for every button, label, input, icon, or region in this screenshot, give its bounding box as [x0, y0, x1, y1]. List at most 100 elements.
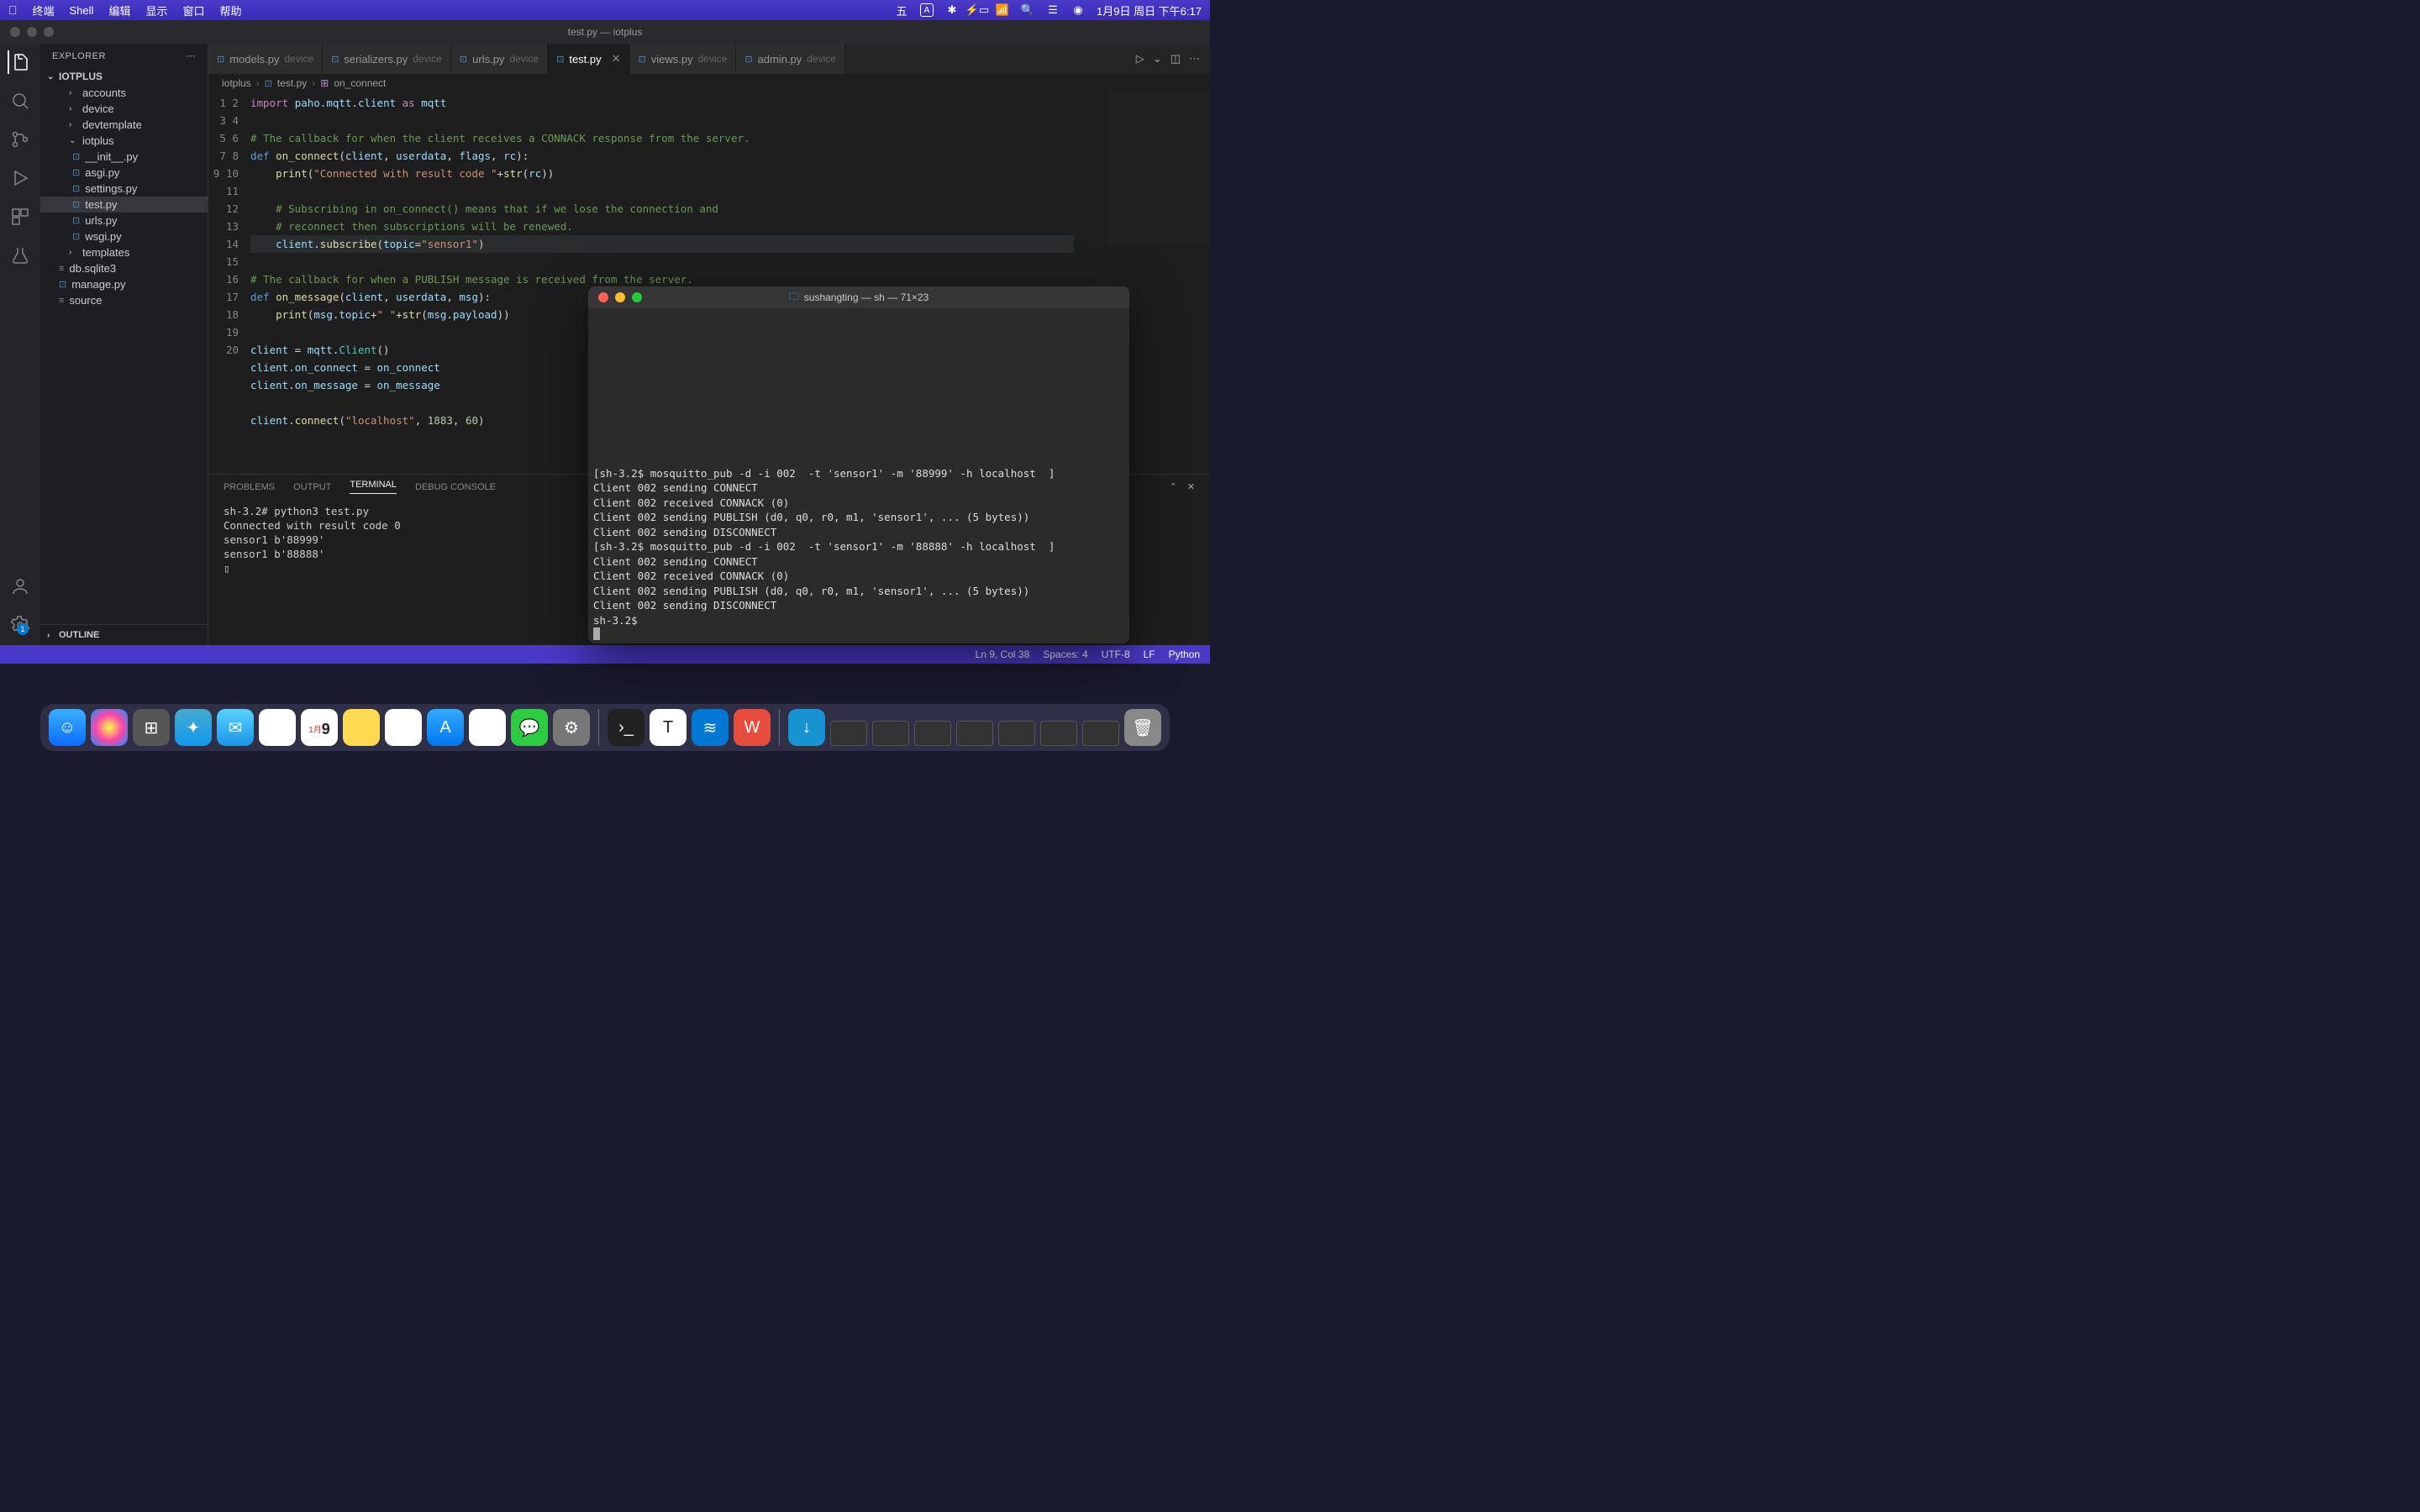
input-method-icon[interactable]: 五: [895, 3, 908, 17]
window-minimize-icon[interactable]: [27, 27, 37, 37]
cursor-position[interactable]: Ln 9, Col 38: [976, 648, 1030, 660]
reminders-icon[interactable]: ☰: [385, 709, 422, 746]
settings-gear-icon[interactable]: 1: [8, 613, 32, 637]
tree-item-wsgipy[interactable]: ⊡wsgi.py: [40, 228, 208, 244]
tab-debug-console[interactable]: DEBUG CONSOLE: [415, 482, 496, 492]
textedit-icon[interactable]: T: [650, 709, 687, 746]
explorer-icon[interactable]: [8, 50, 31, 74]
battery-icon[interactable]: ⚡▭: [971, 3, 984, 17]
menubar-app-name[interactable]: 终端: [33, 3, 55, 18]
run-dropdown-icon[interactable]: ⌄: [1153, 52, 1162, 66]
trash-icon[interactable]: 🗑: [1124, 709, 1161, 746]
panel-maximize-icon[interactable]: ⌃: [1170, 481, 1177, 492]
window-thumbnail[interactable]: [872, 721, 909, 746]
notes-icon[interactable]: [343, 709, 380, 746]
downloads-icon[interactable]: ↓: [788, 709, 825, 746]
terminal-app-icon[interactable]: ›_: [608, 709, 644, 746]
extensions-icon[interactable]: [8, 205, 32, 228]
safari-icon[interactable]: ✦: [175, 709, 212, 746]
wps-icon[interactable]: W: [734, 709, 771, 746]
maps-icon[interactable]: ➤: [259, 709, 296, 746]
more-actions-icon[interactable]: ⋯: [1189, 52, 1200, 66]
window-minimize-icon[interactable]: [615, 292, 625, 302]
input-a-icon[interactable]: A: [920, 3, 934, 17]
photos-icon[interactable]: ✿: [469, 709, 506, 746]
source-control-icon[interactable]: [8, 128, 32, 151]
tree-item-devtemplate[interactable]: ›devtemplate: [40, 117, 208, 133]
eol-status[interactable]: LF: [1144, 648, 1155, 660]
messages-icon[interactable]: 💬: [511, 709, 548, 746]
menu-edit[interactable]: 编辑: [108, 3, 130, 18]
bluetooth-icon[interactable]: ✱: [945, 3, 959, 17]
window-thumbnail[interactable]: [956, 721, 993, 746]
siri-icon[interactable]: [91, 709, 128, 746]
appstore-icon[interactable]: A: [427, 709, 464, 746]
launchpad-icon[interactable]: ⊞: [133, 709, 170, 746]
apple-logo-icon[interactable]: : [8, 3, 18, 17]
tree-item-asgipy[interactable]: ⊡asgi.py: [40, 165, 208, 181]
menu-shell[interactable]: Shell: [70, 4, 94, 17]
spotlight-icon[interactable]: 🔍: [1021, 3, 1034, 17]
terminal-output[interactable]: [sh-3.2$ mosquitto_pub -d -i 002 -t 'sen…: [588, 308, 1129, 643]
close-icon[interactable]: ✕: [612, 52, 621, 66]
menu-view[interactable]: 显示: [145, 3, 167, 18]
tab-views-py[interactable]: ⊡views.pydevice: [630, 44, 737, 74]
accounts-icon[interactable]: [8, 575, 32, 598]
window-thumbnail[interactable]: [914, 721, 951, 746]
run-icon[interactable]: ▷: [1136, 52, 1144, 66]
tree-item-settingspy[interactable]: ⊡settings.py: [40, 181, 208, 197]
siri-icon[interactable]: ◉: [1071, 3, 1085, 17]
tab-terminal[interactable]: TERMINAL: [350, 480, 397, 494]
terminal-window[interactable]: 🗀sushangting — sh — 71×23 [sh-3.2$ mosqu…: [588, 286, 1129, 643]
system-preferences-icon[interactable]: ⚙: [553, 709, 590, 746]
vscode-app-icon[interactable]: ≋: [692, 709, 729, 746]
tab-admin-py[interactable]: ⊡admin.pydevice: [736, 44, 845, 74]
wifi-icon[interactable]: 📶: [996, 3, 1009, 17]
menu-window[interactable]: 窗口: [182, 3, 204, 18]
indent-status[interactable]: Spaces: 4: [1043, 648, 1087, 660]
window-close-icon[interactable]: [10, 27, 20, 37]
finder-icon[interactable]: ☺: [49, 709, 86, 746]
window-thumbnail[interactable]: [1040, 721, 1077, 746]
terminal-titlebar[interactable]: 🗀sushangting — sh — 71×23: [588, 286, 1129, 308]
search-icon[interactable]: [8, 89, 32, 113]
tree-item-managepy[interactable]: ⊡manage.py: [40, 276, 208, 292]
window-zoom-icon[interactable]: [632, 292, 642, 302]
tree-item-source[interactable]: ≡source: [40, 292, 208, 308]
tree-item-urlspy[interactable]: ⊡urls.py: [40, 213, 208, 228]
window-close-icon[interactable]: [598, 292, 608, 302]
encoding-status[interactable]: UTF-8: [1102, 648, 1130, 660]
project-root[interactable]: ⌄ IOTPLUS: [40, 68, 208, 85]
testing-icon[interactable]: [8, 244, 32, 267]
tab-serializers-py[interactable]: ⊡serializers.pydevice: [323, 44, 451, 74]
tab-urls-py[interactable]: ⊡urls.pydevice: [451, 44, 548, 74]
tab-problems[interactable]: PROBLEMS: [224, 482, 275, 492]
run-debug-icon[interactable]: [8, 166, 32, 190]
menubar-clock[interactable]: 1月9日 周日 下午6:17: [1097, 3, 1202, 18]
window-thumbnail[interactable]: [830, 721, 867, 746]
minimap[interactable]: [1109, 92, 1210, 244]
tab-output[interactable]: OUTPUT: [293, 482, 331, 492]
tab-models-py[interactable]: ⊡models.pydevice: [208, 44, 323, 74]
mail-icon[interactable]: ✉: [217, 709, 254, 746]
tree-item-dbsqlite3[interactable]: ≡db.sqlite3: [40, 260, 208, 276]
split-editor-icon[interactable]: ◫: [1171, 52, 1181, 66]
window-thumbnail[interactable]: [1082, 721, 1119, 746]
language-status[interactable]: Python: [1169, 648, 1200, 660]
tree-item-templates[interactable]: ›templates: [40, 244, 208, 260]
menu-help[interactable]: 帮助: [219, 3, 241, 18]
tree-item-device[interactable]: ›device: [40, 101, 208, 117]
window-zoom-icon[interactable]: [44, 27, 54, 37]
explorer-more-icon[interactable]: ⋯: [187, 50, 197, 61]
calendar-icon[interactable]: 1月9: [301, 709, 338, 746]
breadcrumb[interactable]: iotplus › ⊡ test.py › ⊞ on_connect: [208, 74, 1210, 92]
tree-item-initpy[interactable]: ⊡__init__.py: [40, 149, 208, 165]
control-center-icon[interactable]: ☰: [1046, 3, 1060, 17]
outline-section[interactable]: › OUTLINE: [40, 624, 208, 645]
tab-test-py[interactable]: ⊡test.py✕: [548, 44, 629, 74]
panel-close-icon[interactable]: ✕: [1187, 481, 1195, 492]
window-thumbnail[interactable]: [998, 721, 1035, 746]
tree-item-accounts[interactable]: ›accounts: [40, 85, 208, 101]
tree-item-testpy[interactable]: ⊡test.py: [40, 197, 208, 213]
tree-item-iotplus[interactable]: ⌄iotplus: [40, 133, 208, 149]
